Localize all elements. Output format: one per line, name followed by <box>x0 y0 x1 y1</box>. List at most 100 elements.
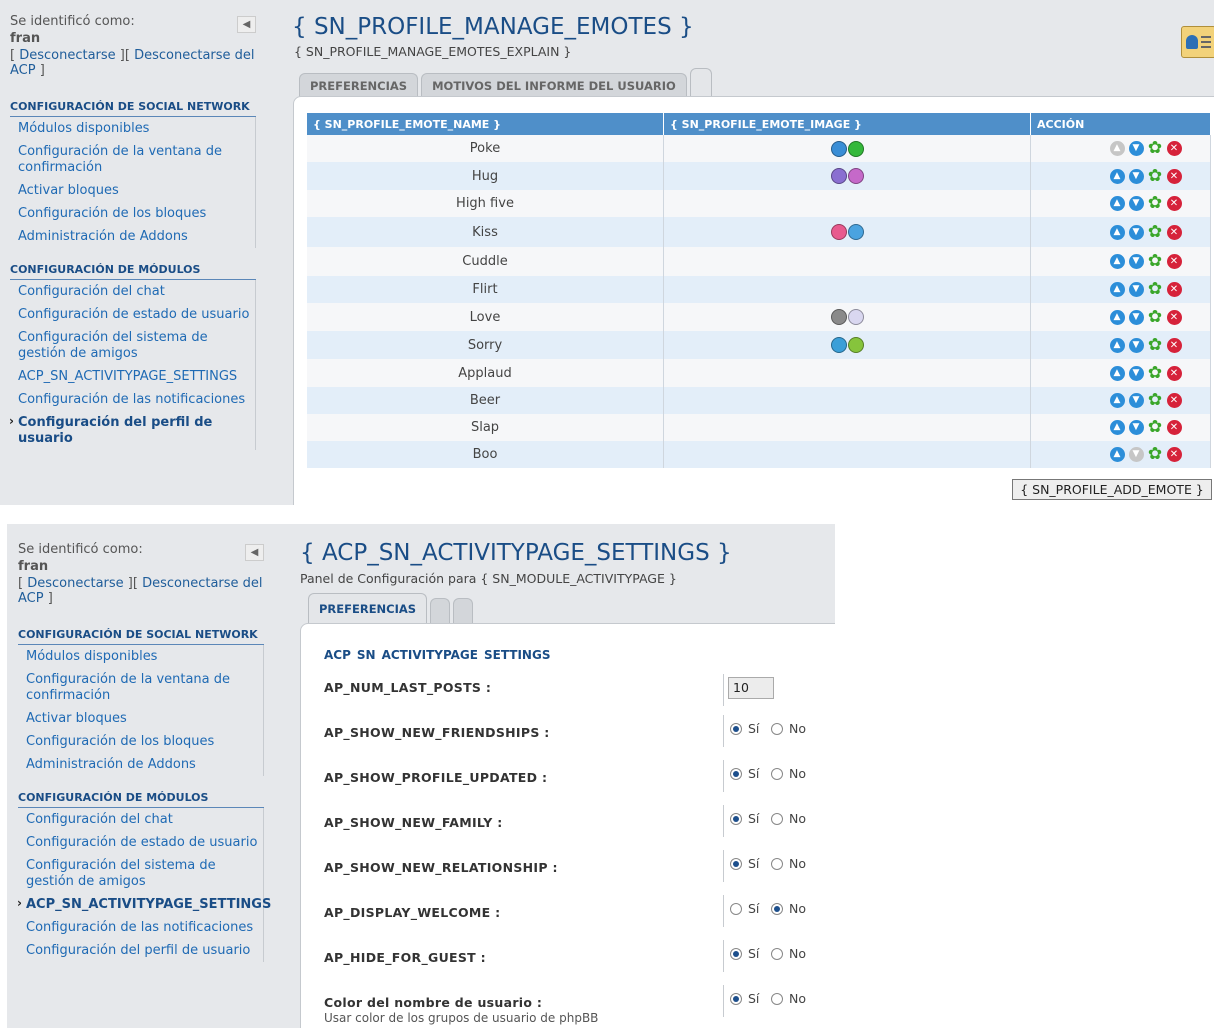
radio-circle-icon[interactable] <box>730 992 742 1005</box>
delete-icon[interactable]: ✕ <box>1166 447 1182 462</box>
radio-circle-icon[interactable] <box>730 947 742 960</box>
radio-no[interactable]: No <box>771 991 806 1006</box>
move-down-icon[interactable]: ▼ <box>1128 282 1144 297</box>
tab-blank[interactable] <box>453 598 474 623</box>
tab-preferences[interactable]: PREFERENCIAS <box>308 593 428 623</box>
tab-blank[interactable] <box>430 598 451 623</box>
sidebar-item[interactable]: Configuración de la ventana de confirmac… <box>10 140 255 179</box>
radio-yes[interactable]: Sí <box>730 901 759 916</box>
sidebar-item[interactable]: Configuración del sistema de gestión de … <box>18 854 263 893</box>
move-down-icon[interactable]: ▼ <box>1128 393 1144 408</box>
move-up-icon[interactable]: ▲ <box>1109 196 1125 211</box>
logout-link[interactable]: Desconectarse <box>27 576 123 591</box>
radio-yes[interactable]: Sí <box>730 991 759 1006</box>
sidebar-item[interactable]: Configuración de la ventana de confirmac… <box>18 668 263 707</box>
radio-no[interactable]: No <box>771 856 806 871</box>
tab-emotes[interactable] <box>689 68 712 98</box>
radio-yes[interactable]: Sí <box>730 811 759 826</box>
radio-circle-icon[interactable] <box>771 767 783 780</box>
gear-icon[interactable]: ✿ <box>1148 308 1163 325</box>
delete-icon[interactable]: ✕ <box>1166 365 1182 381</box>
move-down-icon[interactable]: ▼ <box>1128 365 1144 381</box>
move-up-icon[interactable]: ▲ <box>1109 168 1125 184</box>
radio-circle-icon[interactable] <box>771 722 783 735</box>
radio-circle-icon[interactable] <box>730 857 742 870</box>
sidebar-item[interactable]: Activar bloques <box>18 707 263 730</box>
move-down-icon[interactable]: ▼ <box>1128 309 1144 325</box>
sidebar-item[interactable]: Administración de Addons <box>10 225 255 248</box>
move-down-icon[interactable]: ▼ <box>1128 196 1144 211</box>
move-up-icon[interactable]: ▲ <box>1109 447 1125 462</box>
radio-yes[interactable]: Sí <box>730 766 759 781</box>
sidebar-item[interactable]: ACP_SN_ACTIVITYPAGE_SETTINGS <box>17 893 271 916</box>
delete-icon[interactable]: ✕ <box>1166 309 1182 325</box>
radio-yes[interactable]: Sí <box>730 946 759 961</box>
collapse-sidebar-icon[interactable]: ◀ <box>245 544 264 561</box>
sidebar-item[interactable]: Configuración de las notificaciones <box>10 388 255 411</box>
radio-circle-icon[interactable] <box>771 947 783 960</box>
sidebar-item[interactable]: Configuración de estado de usuario <box>10 303 255 326</box>
collapse-sidebar-icon[interactable]: ◀ <box>237 16 256 33</box>
delete-icon[interactable]: ✕ <box>1166 393 1182 408</box>
num-last-posts-input[interactable]: 10 <box>728 677 774 699</box>
delete-icon[interactable]: ✕ <box>1166 254 1182 269</box>
radio-no[interactable]: No <box>771 901 806 916</box>
tab-user-report-reasons[interactable]: MOTIVOS DEL INFORME DEL USUARIO <box>421 73 687 98</box>
sidebar-item[interactable]: Configuración de los bloques <box>10 202 255 225</box>
move-down-icon[interactable]: ▼ <box>1128 420 1144 435</box>
sidebar-item[interactable]: Configuración del chat <box>18 808 263 831</box>
radio-no[interactable]: No <box>771 811 806 826</box>
radio-circle-icon[interactable] <box>730 767 742 780</box>
gear-icon[interactable]: ✿ <box>1148 336 1163 353</box>
delete-icon[interactable]: ✕ <box>1166 196 1182 211</box>
move-up-icon[interactable]: ▲ <box>1109 365 1125 381</box>
move-down-icon[interactable]: ▼ <box>1128 337 1144 353</box>
gear-icon[interactable]: ✿ <box>1148 281 1163 298</box>
gear-icon[interactable]: ✿ <box>1148 364 1163 381</box>
radio-circle-icon[interactable] <box>771 992 783 1005</box>
delete-icon[interactable]: ✕ <box>1166 141 1182 156</box>
gear-icon[interactable]: ✿ <box>1148 195 1163 212</box>
move-down-icon[interactable]: ▼ <box>1128 254 1144 269</box>
delete-icon[interactable]: ✕ <box>1166 337 1182 353</box>
radio-circle-icon[interactable] <box>771 902 783 915</box>
sidebar-item[interactable]: Configuración del sistema de gestión de … <box>10 326 255 365</box>
sidebar-item[interactable]: Módulos disponibles <box>10 117 255 140</box>
radio-circle-icon[interactable] <box>771 857 783 870</box>
gear-icon[interactable]: ✿ <box>1148 446 1163 463</box>
delete-icon[interactable]: ✕ <box>1166 168 1182 184</box>
move-down-icon[interactable]: ▼ <box>1128 141 1144 156</box>
sidebar-item[interactable]: Configuración de estado de usuario <box>18 831 263 854</box>
radio-circle-icon[interactable] <box>730 812 742 825</box>
radio-no[interactable]: No <box>771 721 806 736</box>
move-up-icon[interactable]: ▲ <box>1109 337 1125 353</box>
radio-no[interactable]: No <box>771 766 806 781</box>
move-up-icon[interactable]: ▲ <box>1109 393 1125 408</box>
radio-circle-icon[interactable] <box>771 812 783 825</box>
radio-circle-icon[interactable] <box>730 722 742 735</box>
move-down-icon[interactable]: ▼ <box>1128 224 1144 240</box>
move-up-icon[interactable]: ▲ <box>1109 309 1125 325</box>
gear-icon[interactable]: ✿ <box>1148 392 1163 409</box>
move-down-icon[interactable]: ▼ <box>1128 168 1144 184</box>
gear-icon[interactable]: ✿ <box>1148 140 1163 157</box>
tab-preferences[interactable]: PREFERENCIAS <box>299 73 419 98</box>
add-emote-button[interactable]: { SN_PROFILE_ADD_EMOTE } <box>1012 479 1212 500</box>
sidebar-item[interactable]: Configuración del perfil de usuario <box>18 939 263 962</box>
gear-icon[interactable]: ✿ <box>1148 167 1163 184</box>
gear-icon[interactable]: ✿ <box>1148 419 1163 436</box>
move-up-icon[interactable]: ▲ <box>1109 282 1125 297</box>
delete-icon[interactable]: ✕ <box>1166 224 1182 240</box>
move-up-icon[interactable]: ▲ <box>1109 420 1125 435</box>
radio-no[interactable]: No <box>771 946 806 961</box>
gear-icon[interactable]: ✿ <box>1148 223 1163 240</box>
delete-icon[interactable]: ✕ <box>1166 282 1182 297</box>
sidebar-item[interactable]: ACP_SN_ACTIVITYPAGE_SETTINGS <box>10 365 255 388</box>
logout-link[interactable]: Desconectarse <box>19 48 115 63</box>
radio-yes[interactable]: Sí <box>730 856 759 871</box>
sidebar-item[interactable]: Activar bloques <box>10 179 255 202</box>
radio-circle-icon[interactable] <box>730 902 742 915</box>
sidebar-item[interactable]: Administración de Addons <box>18 753 263 776</box>
sidebar-item[interactable]: Configuración del perfil de usuario <box>9 411 255 450</box>
sidebar-item[interactable]: Configuración del chat <box>10 280 255 303</box>
